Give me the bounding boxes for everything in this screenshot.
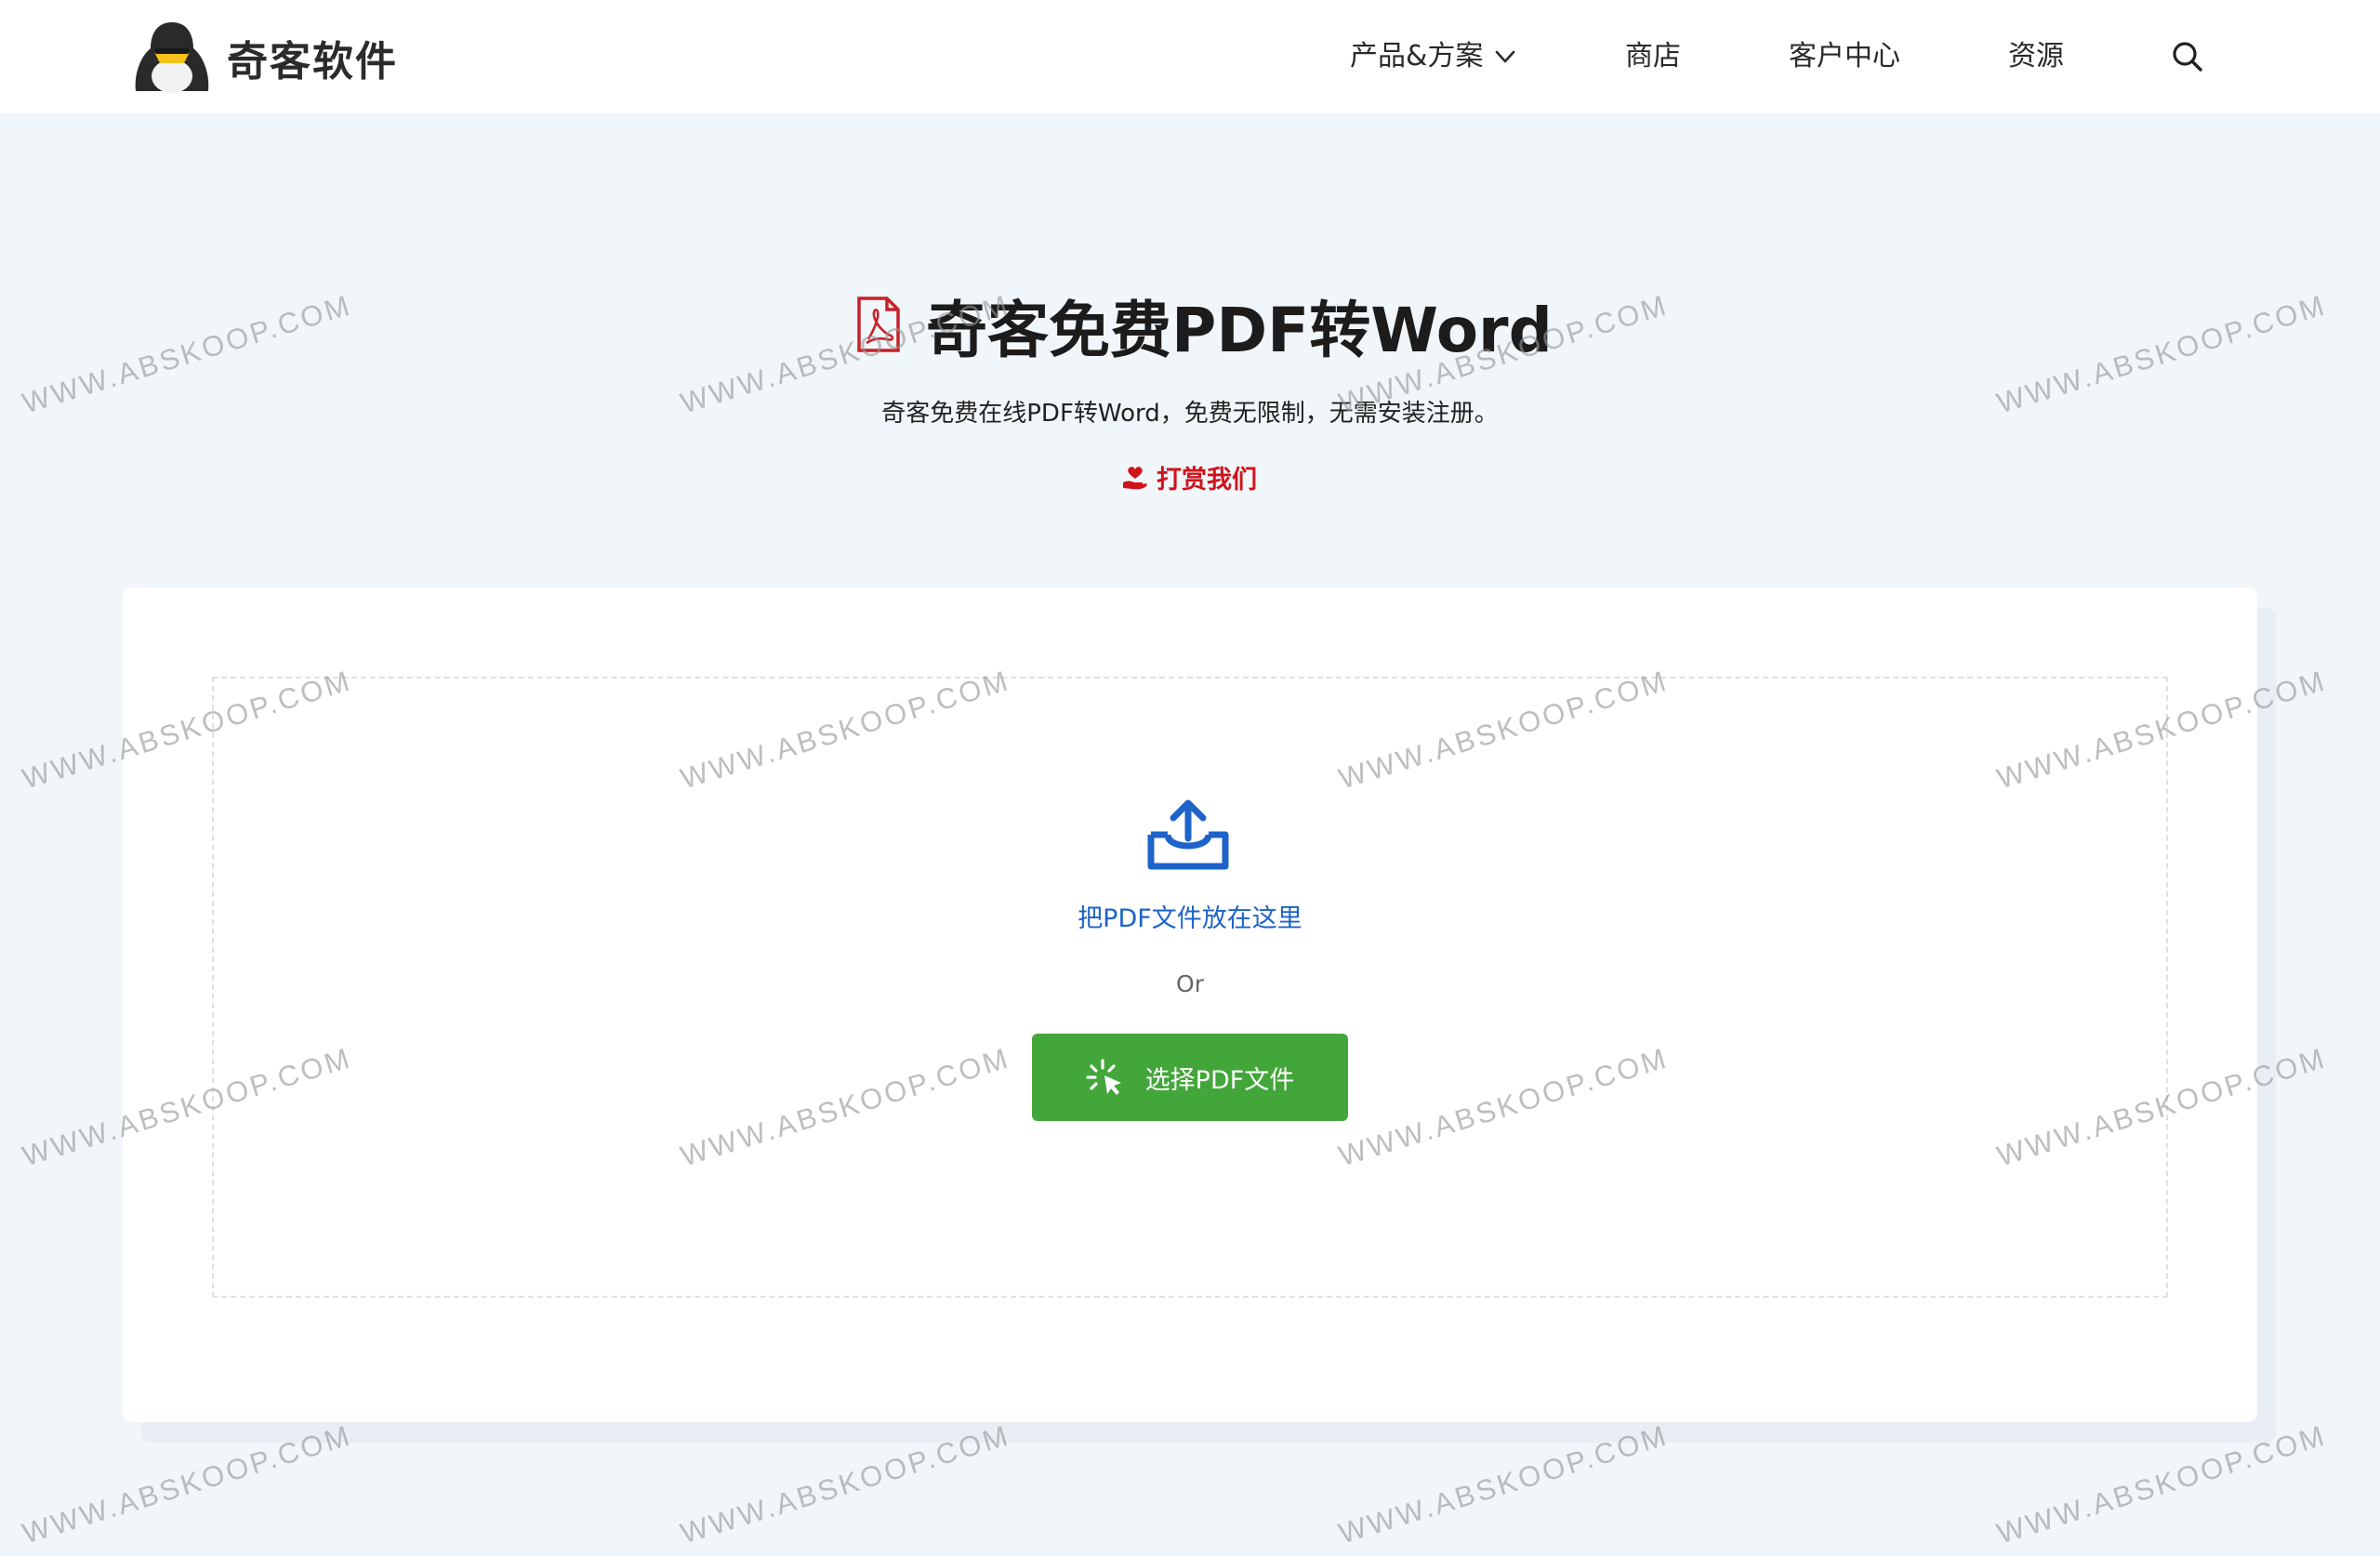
watermark: WWW.ABSKOOP.COM [1335, 1418, 1673, 1550]
reward-link[interactable]: 打赏我们 [1121, 459, 1257, 495]
watermark: WWW.ABSKOOP.COM [677, 1418, 1014, 1550]
search-icon[interactable] [2170, 39, 2205, 74]
brand-name: 奇客软件 [227, 38, 398, 86]
nav-customer-center[interactable]: 客户中心 [1789, 35, 1900, 78]
page-subtitle: 奇客免费在线PDF转Word，免费无限制，无需安装注册。 [881, 400, 1499, 428]
choose-pdf-label: 选择PDF文件 [1144, 1065, 1295, 1095]
reward-label: 打赏我们 [1157, 466, 1257, 494]
hero-title: 奇客免费PDF转Word [855, 279, 1553, 372]
watermark: WWW.ABSKOOP.COM [19, 1418, 356, 1550]
upload-card: 把PDF文件放在这里 Or 选择PDF文件 [123, 587, 2257, 1422]
nav-products[interactable]: 产品&方案 [1350, 35, 1518, 78]
nav-store[interactable]: 商店 [1625, 35, 1681, 78]
site-header: 奇客软件 产品&方案 商店 客户中心 资源 [0, 0, 2380, 113]
nav-resources[interactable]: 资源 [2008, 35, 2064, 78]
nav-products-label: 产品&方案 [1350, 40, 1484, 73]
logo-penguin-icon [135, 22, 209, 93]
page: 奇客软件 产品&方案 商店 客户中心 资源 奇客免费PDF转Word 奇客免费在… [0, 0, 2380, 1556]
brand-logo[interactable]: 奇客软件 [130, 20, 398, 95]
page-title: 奇客免费PDF转Word [926, 295, 1553, 366]
upload-tray-icon [1147, 799, 1229, 870]
drop-instructions: 把PDF文件放在这里 [1078, 904, 1302, 933]
cursor-click-icon [1086, 1059, 1121, 1095]
chevron-down-icon [1496, 50, 1515, 63]
heart-hand-icon [1123, 466, 1147, 489]
or-separator: Or [1176, 970, 1204, 997]
pdf-file-icon [857, 297, 900, 352]
choose-pdf-button[interactable]: 选择PDF文件 [1032, 1034, 1348, 1121]
watermark: WWW.ABSKOOP.COM [1993, 1418, 2331, 1550]
